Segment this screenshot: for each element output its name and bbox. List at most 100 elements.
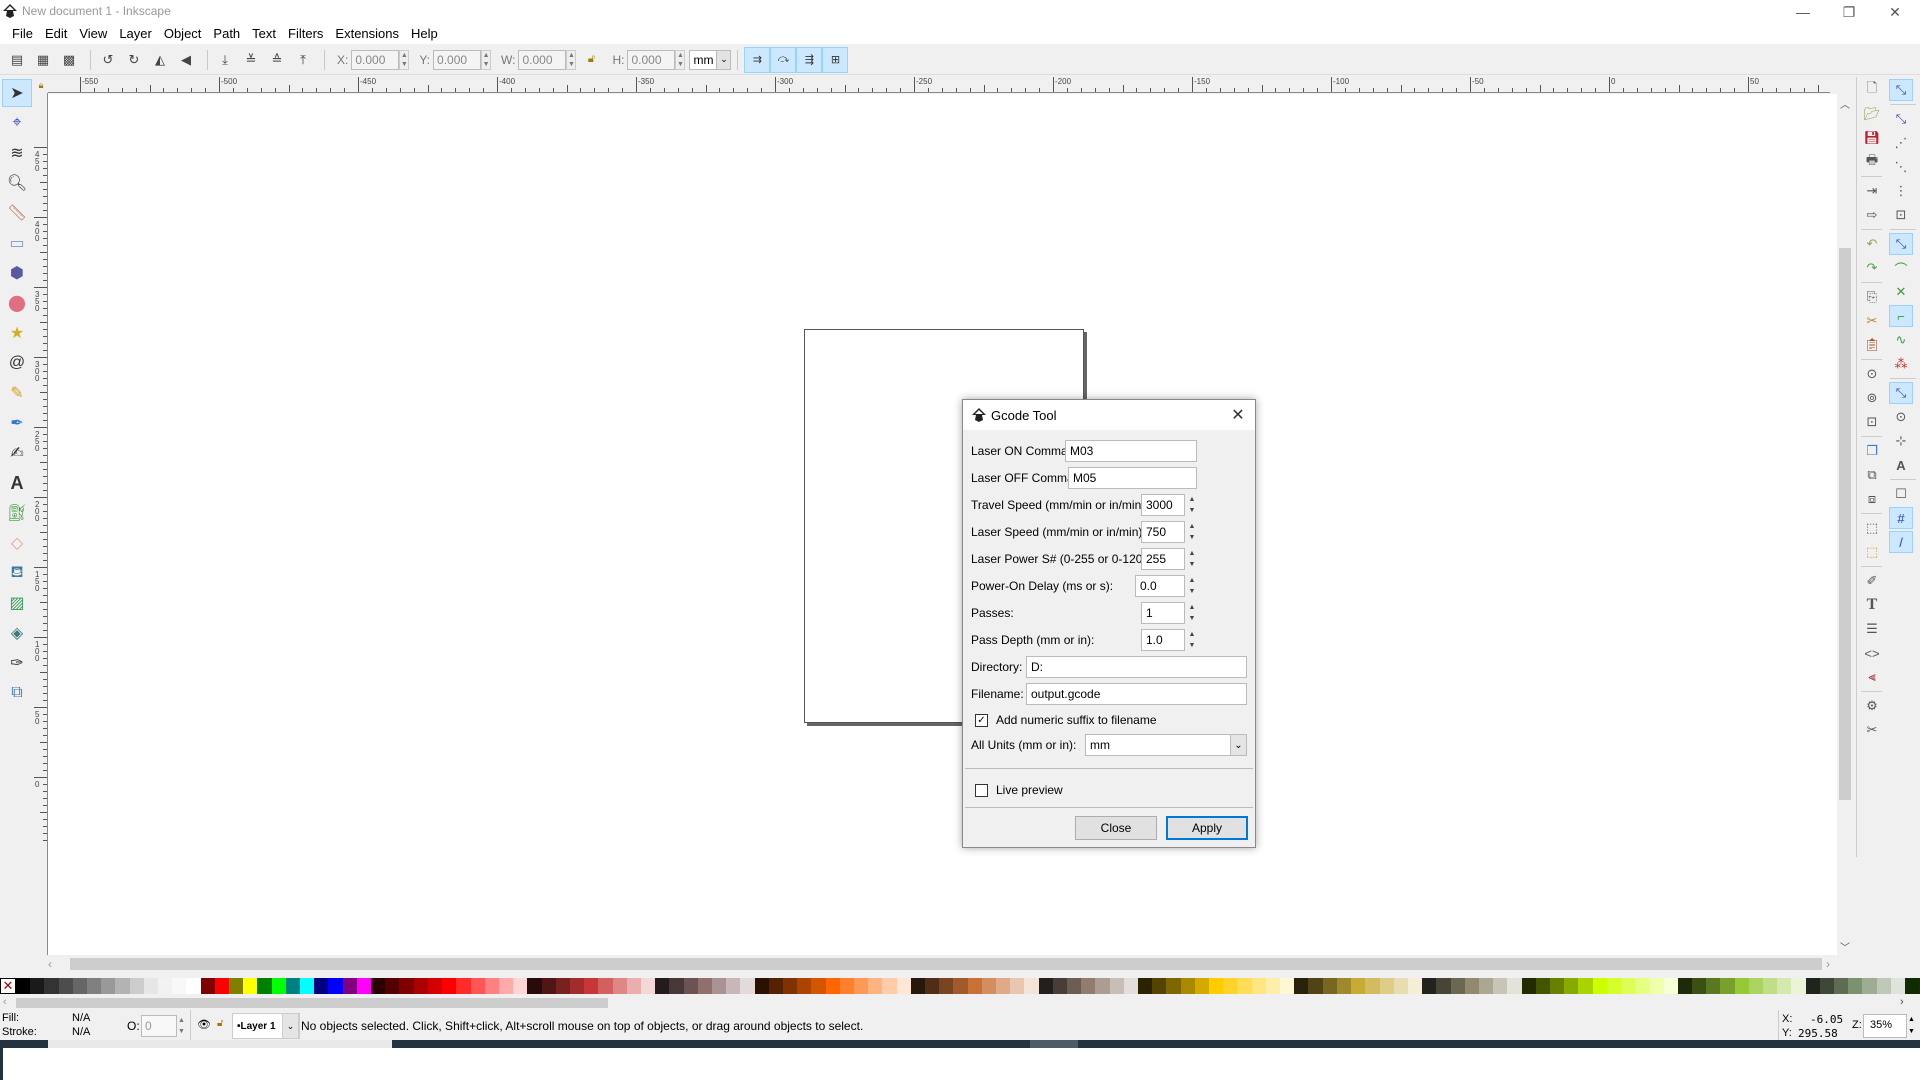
color-swatch[interactable] — [1180, 978, 1195, 994]
raise-to-top-icon[interactable]: ⤒ — [292, 49, 314, 71]
color-swatch[interactable] — [626, 978, 641, 994]
snap-bbox-corners-icon[interactable]: ⋱ — [1889, 156, 1913, 178]
laser-speed-input[interactable]: 750 — [1141, 521, 1185, 543]
close-button[interactable]: Close — [1075, 816, 1157, 840]
color-swatch[interactable] — [1734, 978, 1749, 994]
color-swatch[interactable] — [640, 978, 656, 994]
snap-bbox-centers-icon[interactable]: ⊡ — [1889, 204, 1913, 226]
color-swatch[interactable] — [1052, 978, 1068, 994]
color-swatch[interactable] — [356, 978, 372, 994]
snap-others-toggle[interactable]: ⤡ — [1889, 382, 1913, 404]
snap-rotation-centers-icon[interactable]: ⊹ — [1889, 430, 1913, 452]
color-swatch[interactable] — [470, 978, 485, 994]
color-swatch[interactable] — [882, 978, 897, 994]
color-swatch[interactable] — [1294, 978, 1309, 994]
color-swatch[interactable] — [655, 978, 670, 994]
color-swatch[interactable] — [498, 978, 514, 994]
color-swatch[interactable] — [1123, 978, 1139, 994]
zoom-selection-icon[interactable]: ⊙ — [1860, 363, 1884, 385]
ruler-lock-icon[interactable]: 🔒︎ — [34, 77, 48, 93]
close-window-button[interactable]: ✕ — [1872, 0, 1918, 24]
color-swatch[interactable] — [1067, 978, 1082, 994]
color-swatch[interactable] — [1237, 978, 1252, 994]
color-swatch[interactable] — [442, 978, 457, 994]
snap-object-centers-icon[interactable]: ⊙ — [1889, 406, 1913, 428]
duplicate-icon[interactable]: ❐ — [1860, 440, 1884, 462]
zoom-page-icon[interactable]: ⊡ — [1860, 411, 1884, 433]
zoom-tool-button[interactable]: 🔍︎ — [2, 169, 32, 197]
color-swatch[interactable] — [868, 978, 883, 994]
color-swatch[interactable] — [782, 978, 798, 994]
color-swatch[interactable] — [1223, 978, 1238, 994]
select-all-layers-icon[interactable]: ▦ — [32, 49, 54, 71]
snap-text-baseline-icon[interactable]: A — [1889, 454, 1913, 476]
color-swatch[interactable] — [726, 978, 741, 994]
opacity-input[interactable]: 0 — [141, 1015, 177, 1037]
no-paint-swatch[interactable]: ✕ — [0, 978, 16, 994]
color-swatch[interactable] — [1805, 978, 1820, 994]
color-swatch[interactable] — [1081, 978, 1096, 994]
tweak-tool-button[interactable]: ≋ — [2, 139, 32, 167]
color-swatch[interactable] — [1024, 978, 1039, 994]
color-swatch[interactable] — [527, 978, 542, 994]
dialog-close-icon[interactable]: ✕ — [1227, 404, 1249, 426]
numeric-suffix-label[interactable]: Add numeric suffix to filename — [996, 713, 1157, 727]
flip-vertical-icon[interactable]: ◀ — [175, 49, 197, 71]
color-swatch[interactable] — [1450, 978, 1465, 994]
color-swatch[interactable] — [1379, 978, 1394, 994]
color-swatch[interactable] — [371, 978, 386, 994]
zoom-input[interactable]: 35% — [1863, 1014, 1907, 1038]
snap-bbox-edges-icon[interactable]: ⋰ — [1889, 132, 1913, 154]
color-swatch[interactable] — [399, 978, 414, 994]
color-swatch[interactable] — [1194, 978, 1210, 994]
color-swatch[interactable] — [30, 978, 45, 994]
vertical-scroll-thumb[interactable] — [1839, 248, 1851, 800]
select-all-icon[interactable]: ▤ — [6, 49, 28, 71]
color-swatch[interactable] — [115, 978, 130, 994]
color-swatch[interactable] — [1351, 978, 1366, 994]
color-swatch[interactable] — [300, 978, 315, 994]
snap-nodes-toggle[interactable]: ⤡ — [1889, 233, 1913, 255]
align-distribute-icon[interactable]: ⫷ — [1860, 666, 1884, 688]
snap-grids-toggle[interactable]: # — [1889, 507, 1913, 529]
export-icon[interactable]: ⇨ — [1860, 204, 1884, 226]
connector-tool-button[interactable]: ⧉ — [2, 679, 32, 707]
color-swatch[interactable] — [456, 978, 471, 994]
open-folder-icon[interactable]: 📂︎ — [1860, 103, 1884, 125]
color-swatch[interactable] — [1762, 978, 1778, 994]
menu-layer[interactable]: Layer — [113, 24, 158, 44]
fill-stroke-icon[interactable]: ✐ — [1860, 570, 1884, 592]
selector-tool-button[interactable]: ➤ — [2, 79, 32, 107]
color-swatch[interactable] — [44, 978, 59, 994]
fill-value[interactable]: N/A — [72, 1012, 90, 1024]
w-spinner[interactable]: ▲ ▼ — [566, 49, 577, 70]
color-swatch[interactable] — [1507, 978, 1522, 994]
pass-depth-input[interactable]: 1.0 — [1141, 629, 1185, 651]
color-swatch[interactable] — [158, 978, 173, 994]
menu-object[interactable]: Object — [158, 24, 208, 44]
passes-input[interactable]: 1 — [1141, 602, 1185, 624]
lower-to-bottom-icon[interactable]: ⤓ — [214, 49, 236, 71]
snap-cusp-nodes-toggle[interactable]: ⌐ — [1889, 305, 1913, 327]
color-swatch[interactable] — [1109, 978, 1124, 994]
lock-icon[interactable]: 🔓︎ — [580, 49, 602, 71]
x-input[interactable]: 0.000 — [351, 49, 400, 70]
scale-stroke-toggle[interactable]: ⇉ — [744, 46, 771, 73]
raise-icon[interactable]: ≙ — [266, 49, 288, 71]
color-swatch[interactable] — [1365, 978, 1380, 994]
gradient-tool-button[interactable]: ▨ — [2, 589, 32, 617]
color-swatch[interactable] — [1592, 978, 1607, 994]
color-swatch[interactable] — [342, 978, 357, 994]
apply-button[interactable]: Apply — [1166, 816, 1248, 840]
color-swatch[interactable] — [1691, 978, 1707, 994]
color-swatch[interactable] — [1095, 978, 1110, 994]
group-icon[interactable]: ⬚ — [1860, 517, 1884, 539]
y-input[interactable]: 0.000 — [433, 49, 482, 70]
color-swatch[interactable] — [1862, 978, 1877, 994]
numeric-suffix-checkbox[interactable]: ✓ — [975, 713, 988, 727]
color-swatch[interactable] — [1308, 978, 1323, 994]
color-swatch[interactable] — [839, 978, 854, 994]
color-swatch[interactable] — [584, 978, 599, 994]
color-swatch[interactable] — [143, 978, 159, 994]
3d-box-tool-button[interactable]: ⬢ — [2, 259, 32, 287]
